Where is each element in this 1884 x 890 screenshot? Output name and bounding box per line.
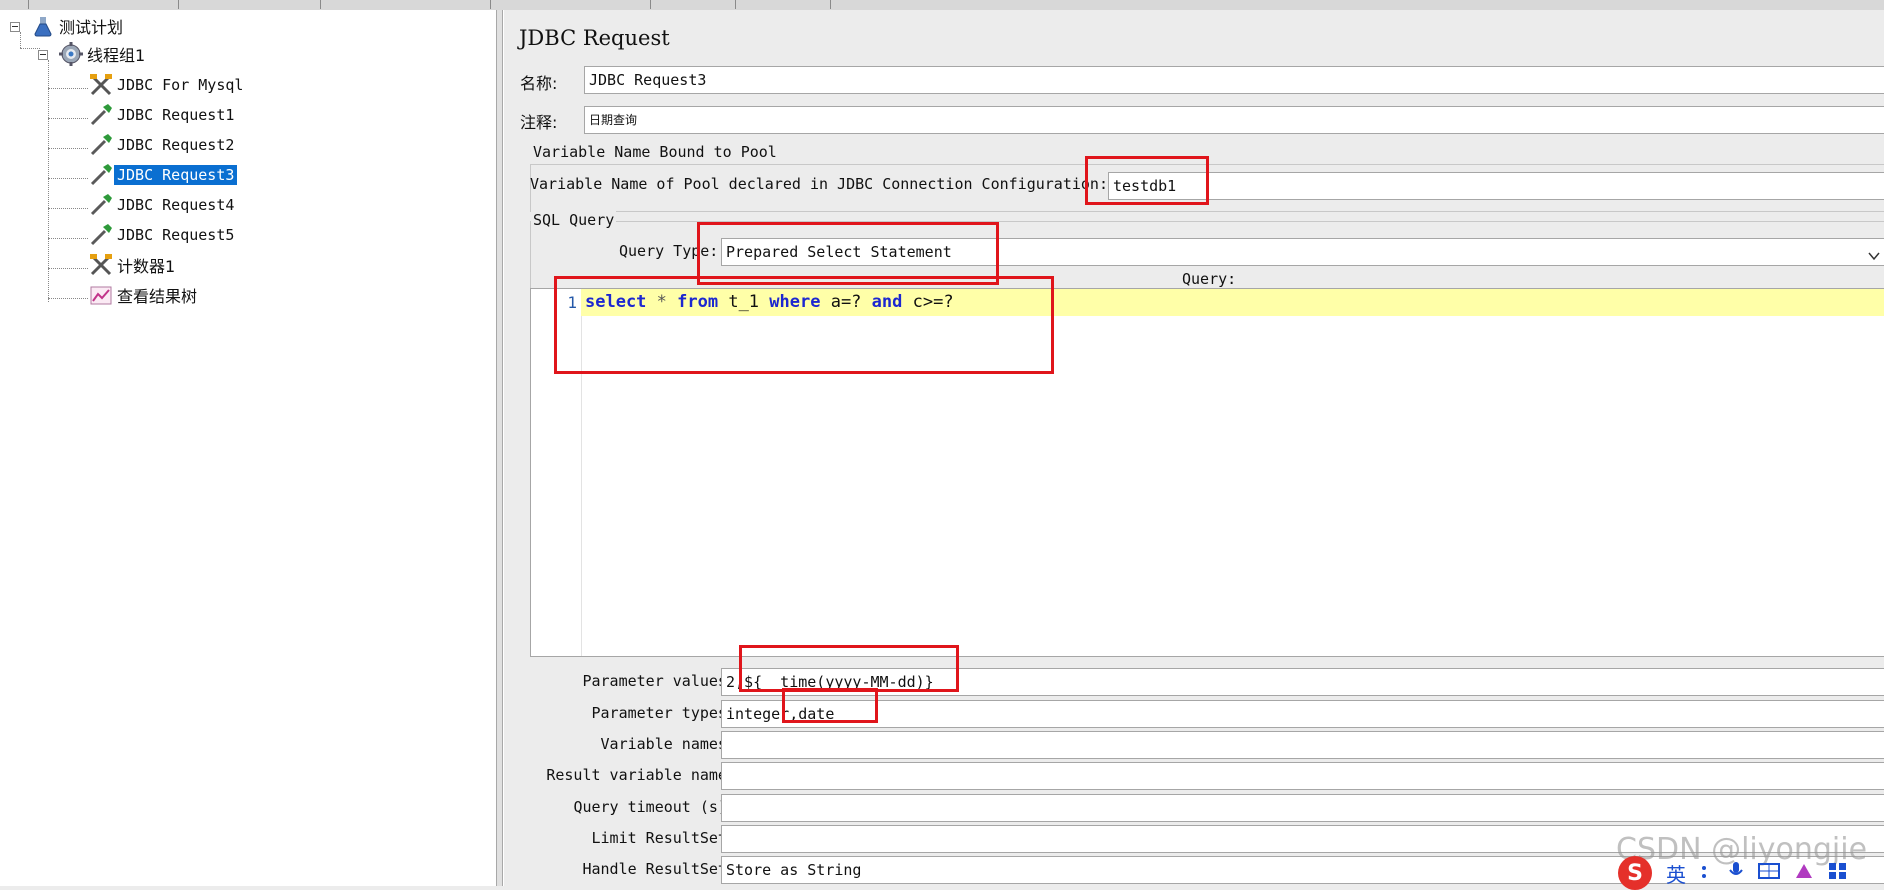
comment-label: 注释: (520, 113, 558, 132)
tree-item-label: 线程组1 (87, 46, 146, 65)
pool-group-title: Variable Name Bound to Pool (531, 143, 779, 161)
tree-connector (48, 148, 88, 149)
toolbar-separator (178, 0, 179, 9)
tree-item-counter[interactable]: 计数器1 (88, 252, 178, 278)
query-label: Query: (1182, 270, 1237, 288)
collapse-toggle-thread-group[interactable] (38, 50, 48, 60)
query-type-select[interactable]: Prepared Select Statement (721, 238, 1884, 266)
tree-item-jdbc-request3[interactable]: JDBC Request3 (88, 162, 238, 188)
tree-item-label: 测试计划 (59, 18, 124, 37)
tree-item-label: JDBC Request5 (117, 226, 235, 244)
line-number-gutter: 1 (531, 289, 582, 656)
ime-logo-icon[interactable]: S (1618, 856, 1652, 890)
limit-resultset-label: Limit ResultSet: (591, 829, 737, 847)
tree-connector (48, 178, 88, 179)
comment-field[interactable]: 日期查询 (584, 106, 1884, 134)
code-token: * (646, 292, 678, 312)
tree-connector (48, 88, 88, 89)
tree-connector (48, 118, 88, 119)
ime-toolbar[interactable]: S 英 (1618, 856, 1884, 890)
line-number: 1 (567, 293, 577, 312)
variable-names-label: Variable names: (600, 735, 736, 753)
skin-icon[interactable] (1794, 861, 1814, 885)
tree-item-label: JDBC Request3 (114, 165, 238, 185)
code-token: a=? (820, 292, 872, 312)
tree-item-label: JDBC Request2 (117, 136, 235, 154)
tree-item-thread-group[interactable]: 线程组1 (58, 41, 148, 67)
thread-group-gear-icon (58, 41, 84, 67)
query-timeout-label: Query timeout (s): (573, 798, 736, 816)
tree-item-test-plan[interactable]: 测试计划 (30, 13, 126, 39)
handle-resultset-label: Handle ResultSet: (582, 860, 736, 878)
tree-connector (20, 32, 21, 48)
parameter-values-label: Parameter values: (582, 672, 736, 690)
tree-item-jdbc-request1[interactable]: JDBC Request1 (88, 102, 237, 128)
query-type-label: Query Type: (619, 242, 719, 260)
tree-connector (48, 208, 88, 209)
parameter-values-field[interactable]: 2,${__time(yyyy-MM-dd)} (721, 668, 1884, 696)
toolbar-separator (28, 0, 29, 9)
tree-item-jdbc-connection-config[interactable]: JDBC For Mysql (88, 72, 246, 98)
config-element-scissors-icon (88, 252, 114, 278)
code-token-keyword: where (769, 292, 821, 312)
result-variable-name-field[interactable] (721, 762, 1884, 790)
tree-connector (48, 298, 88, 299)
toolbar-separator (490, 0, 491, 9)
pool-name-field[interactable]: testdb1 (1108, 172, 1884, 200)
config-element-scissors-icon (88, 72, 114, 98)
code-token: c>=? (902, 292, 954, 312)
query-timeout-field[interactable] (721, 794, 1884, 822)
sql-group-title: SQL Query (531, 211, 617, 229)
ime-mode[interactable]: 英 (1666, 859, 1686, 888)
test-plan-tree[interactable]: 测试计划 线程组1 JDBC For Mysql JDBC Request1 J… (0, 10, 497, 886)
jdbc-request-panel: JDBC Request 名称: JDBC Request3 注释: 日期查询 … (503, 10, 1884, 886)
test-plan-flask-icon (30, 13, 56, 39)
name-label: 名称: (520, 74, 558, 93)
sql-code-line: select * from t_1 where a=? and c>=? (585, 292, 954, 312)
query-type-value: Prepared Select Statement (726, 243, 952, 261)
sampler-pipette-icon (88, 222, 114, 248)
sampler-pipette-icon (88, 192, 114, 218)
toolbar-separator (735, 0, 736, 9)
tree-item-view-results-tree[interactable]: 查看结果树 (88, 282, 200, 308)
toolbar-separator (320, 0, 321, 9)
code-token-keyword: select (585, 292, 647, 312)
tree-connector (48, 60, 49, 302)
variable-names-field[interactable] (721, 731, 1884, 759)
microphone-icon[interactable] (1728, 861, 1744, 886)
tree-item-jdbc-request4[interactable]: JDBC Request4 (88, 192, 237, 218)
ime-punctuation-icon[interactable] (1700, 861, 1714, 885)
toolbar-separator (830, 0, 831, 9)
panel-title: JDBC Request (519, 26, 670, 50)
sql-query-editor[interactable]: 1 select * from t_1 where a=? and c>=? (530, 288, 1884, 657)
chevron-down-icon (1868, 245, 1880, 261)
sampler-pipette-icon (88, 132, 114, 158)
tree-connector (48, 238, 88, 239)
code-token-keyword: from (677, 292, 719, 312)
name-field[interactable]: JDBC Request3 (584, 66, 1884, 94)
tree-item-label: 查看结果树 (117, 287, 198, 306)
listener-chart-icon (88, 282, 114, 308)
sampler-pipette-icon (88, 162, 114, 188)
tree-item-jdbc-request5[interactable]: JDBC Request5 (88, 222, 237, 248)
tree-connector (20, 48, 40, 49)
keyboard-icon[interactable] (1758, 861, 1780, 885)
toolbox-grid-icon[interactable] (1828, 861, 1848, 885)
collapse-toggle-test-plan[interactable] (10, 22, 20, 32)
code-token: t_1 (718, 292, 770, 312)
parameter-types-label: Parameter types: (591, 704, 737, 722)
toolbar-separator (650, 0, 651, 9)
code-token-keyword: and (871, 292, 903, 312)
tree-item-label: JDBC For Mysql (117, 76, 244, 94)
tree-item-jdbc-request2[interactable]: JDBC Request2 (88, 132, 237, 158)
result-variable-name-label: Result variable name: (546, 766, 736, 784)
tree-connector (48, 268, 88, 269)
pool-name-label: Variable Name of Pool declared in JDBC C… (530, 175, 1108, 193)
sampler-pipette-icon (88, 102, 114, 128)
tree-item-label: JDBC Request4 (117, 196, 235, 214)
tree-item-label: JDBC Request1 (117, 106, 235, 124)
parameter-types-field[interactable]: integer,date (721, 700, 1884, 728)
tree-item-label: 计数器1 (117, 257, 176, 276)
